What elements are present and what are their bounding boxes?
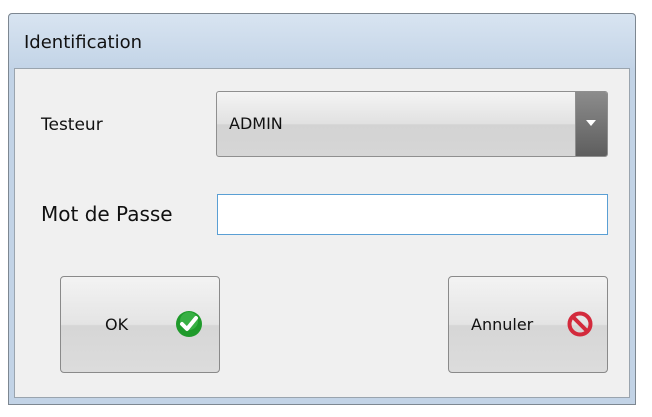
tester-label: Testeur — [41, 115, 103, 135]
tester-selected-value: ADMIN — [229, 114, 283, 133]
identification-dialog: Identification Testeur ADMIN Mot de Pass… — [8, 13, 636, 405]
cancel-button[interactable]: Annuler — [448, 276, 608, 373]
dropdown-arrow-button[interactable] — [575, 92, 607, 156]
password-label: Mot de Passe — [41, 202, 173, 226]
cancel-button-label: Annuler — [471, 315, 534, 334]
title-bar[interactable]: Identification — [9, 14, 635, 68]
ok-button-label: OK — [105, 315, 129, 334]
window-title: Identification — [24, 32, 143, 53]
dialog-body: Testeur ADMIN Mot de Passe OK Annuler — [14, 68, 630, 398]
cancel-circle-icon — [567, 311, 593, 337]
password-field[interactable] — [217, 194, 608, 235]
ok-button[interactable]: OK — [60, 276, 220, 373]
tester-dropdown[interactable]: ADMIN — [216, 91, 608, 157]
check-circle-icon — [176, 311, 202, 337]
chevron-down-icon — [586, 120, 596, 126]
